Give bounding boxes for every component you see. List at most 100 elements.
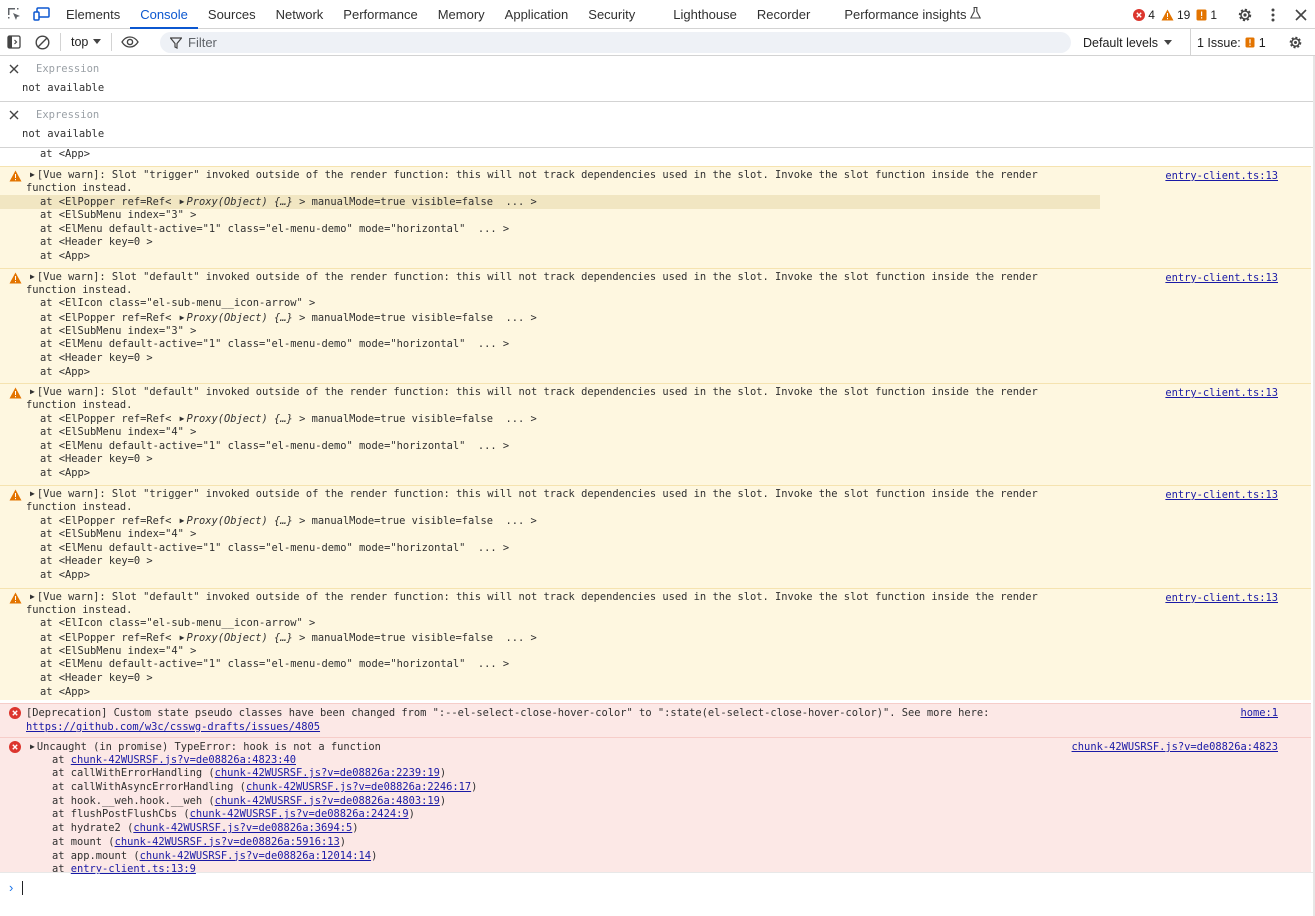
console-warning-message[interactable]: ▶ [Vue warn]: Slot "default" invoked outs… [0,268,1311,383]
proxy-object[interactable]: Proxy(Object) {…} [186,413,292,425]
expand-triangle-icon[interactable]: ▶ [30,385,35,399]
expand-triangle-icon[interactable]: ▶ [30,740,35,754]
expand-triangle-icon[interactable]: ▶ [30,168,35,182]
tab-security[interactable]: Security [578,0,645,29]
stack-text: at <App> [40,467,91,480]
error-count[interactable]: 4 [1133,8,1155,22]
proxy-object[interactable]: Proxy(Object) {…} [186,515,292,527]
stack-line: at <ElMenu default-active="1" class="el-… [0,542,1100,556]
source-link[interactable]: chunk-42WUSRSF.js?v=de08826a:4823 [1072,741,1278,753]
stack-source-link[interactable]: chunk-42WUSRSF.js?v=de08826a:4823:40 [71,754,296,766]
device-toolbar-icon[interactable] [28,0,56,29]
stack-prefix: at app.mount ( [52,849,140,862]
tab-network[interactable]: Network [266,0,334,29]
remove-expression-icon[interactable] [8,63,20,75]
stack-source-link[interactable]: chunk-42WUSRSF.js?v=de08826a:2239:19 [215,767,440,779]
stack-line: at <ElPopper ref=Ref< ▶ Proxy(Object) {…}… [0,631,1100,645]
expand-triangle-icon[interactable]: ▶ [30,487,35,501]
tab-memory[interactable]: Memory [428,0,495,29]
deprecation-link[interactable]: https://github.com/w3c/csswg-drafts/issu… [26,721,320,733]
stack-line: at <Header key=0 > [0,672,1100,686]
expand-triangle-icon[interactable]: ▶ [180,412,185,426]
stack-prefix: at hook.__weh.hook.__weh ( [52,794,215,807]
context-label: top [71,35,89,49]
stack-line: at <App> [40,148,91,160]
message-text: ▶ Uncaught (in promise) TypeError: hook i… [0,740,1100,877]
message-text: ▶ [Vue warn]: Slot "default" invoked outs… [0,590,1100,700]
stack-source-link[interactable]: chunk-42WUSRSF.js?v=de08826a:5916:13 [115,836,340,848]
tab-lighthouse[interactable]: Lighthouse [645,0,747,29]
console-warning-message[interactable]: ▶ [Vue warn]: Slot "trigger" invoked outs… [0,166,1311,268]
stack-text: at <ElSubMenu index="4" > [40,644,197,657]
live-expression: Expression not available [0,102,1313,148]
message-text: ▶ [Vue warn]: Slot "default" invoked outs… [0,270,1100,380]
message-line: function instead. [26,603,133,616]
console-error-message[interactable]: [Deprecation] Custom state pseudo classe… [0,703,1311,737]
toolbar-separator [111,33,113,51]
expand-triangle-icon[interactable]: ▶ [30,270,35,284]
issues-button[interactable]: 1 Issue: 1 [1190,29,1266,56]
stack-source-link[interactable]: chunk-42WUSRSF.js?v=de08826a:2246:17 [246,781,471,793]
tab-label: Network [275,6,324,22]
stack-text: at <ElMenu default-active="1" class="el-… [40,222,510,235]
eye-icon[interactable] [116,29,144,56]
settings-icon[interactable] [1231,0,1259,29]
proxy-object[interactable]: Proxy(Object) {…} [186,312,292,324]
tab-console[interactable]: Console [130,0,198,29]
tab-elements[interactable]: Elements [56,0,130,29]
source-link[interactable]: entry-client.ts:13 [1165,272,1278,284]
console-warning-message[interactable]: ▶ [Vue warn]: Slot "default" invoked outs… [0,588,1311,700]
expand-triangle-icon[interactable]: ▶ [180,631,185,645]
message-text: ▶ [Vue warn]: Slot "trigger" invoked outs… [0,487,1100,583]
stack-line: at <Header key=0 > [0,236,1100,250]
context-selector[interactable]: top [65,29,107,56]
stack-source-link[interactable]: chunk-42WUSRSF.js?v=de08826a:3694:5 [133,822,352,834]
proxy-object[interactable]: Proxy(Object) {…} [186,632,292,644]
message-line: ▶ [Vue warn]: Slot "default" invoked outs… [0,385,1100,399]
stack-source-link[interactable]: chunk-42WUSRSF.js?v=de08826a:12014:14 [140,850,371,862]
expand-triangle-icon[interactable]: ▶ [180,311,185,325]
expression-input[interactable]: Expression [36,63,99,75]
stack-text: at <App> [40,365,91,378]
tab-sources[interactable]: Sources [198,0,266,29]
console-warning-message[interactable]: ▶ [Vue warn]: Slot "trigger" invoked outs… [0,485,1311,588]
proxy-object[interactable]: Proxy(Object) {…} [186,196,292,208]
console-error-message[interactable]: ▶ Uncaught (in promise) TypeError: hook i… [0,737,1311,875]
stack-source-link[interactable]: chunk-42WUSRSF.js?v=de08826a:2424:9 [190,808,409,820]
issue-flag-icon [1245,37,1255,48]
stack-line: at <ElMenu default-active="1" class="el-… [0,223,1100,237]
sidebar-icon[interactable] [0,29,28,56]
filter-input[interactable]: Filter [160,32,1071,53]
warning-count[interactable]: 19 [1161,8,1190,22]
console-warning-message[interactable]: ▶ [Vue warn]: Slot "default" invoked outs… [0,383,1311,485]
close-icon[interactable] [1287,0,1315,29]
stack-line: at callWithErrorHandling (chunk-42WUSRSF… [0,767,1100,781]
expand-triangle-icon[interactable]: ▶ [180,195,185,209]
stack-text: at <Header key=0 > [40,453,153,466]
log-levels-dropdown[interactable]: Default levels [1083,29,1173,56]
tab-recorder[interactable]: Recorder [747,0,820,29]
clear-console-icon[interactable] [28,29,56,56]
stack-suffix: ) [439,767,447,780]
source-link[interactable]: entry-client.ts:13 [1165,170,1278,182]
expand-triangle-icon[interactable]: ▶ [30,590,35,604]
source-link[interactable]: entry-client.ts:13 [1165,489,1278,501]
source-link[interactable]: entry-client.ts:13 [1165,592,1278,604]
stack-line: at app.mount (chunk-42WUSRSF.js?v=de0882… [0,850,1100,864]
expression-input[interactable]: Expression [36,109,99,121]
tab-application[interactable]: Application [495,0,579,29]
inspect-element-icon[interactable] [0,0,28,29]
tab-performance[interactable]: Performance [333,0,427,29]
stack-line: at chunk-42WUSRSF.js?v=de08826a:4823:40 [0,754,1100,768]
source-link[interactable]: entry-client.ts:13 [1165,387,1278,399]
expand-triangle-icon[interactable]: ▶ [180,514,185,528]
source-link[interactable]: home:1 [1240,707,1278,719]
remove-expression-icon[interactable] [8,109,20,121]
filter-icon [170,36,182,49]
issue-count[interactable]: 1 [1196,8,1217,22]
more-vert-icon[interactable] [1259,0,1287,29]
console-prompt[interactable]: › [0,872,1313,902]
stack-source-link[interactable]: chunk-42WUSRSF.js?v=de08826a:4803:19 [215,795,440,807]
console-settings-icon[interactable] [1284,29,1306,56]
tab-performance-insights[interactable]: Performance insights [820,0,991,29]
